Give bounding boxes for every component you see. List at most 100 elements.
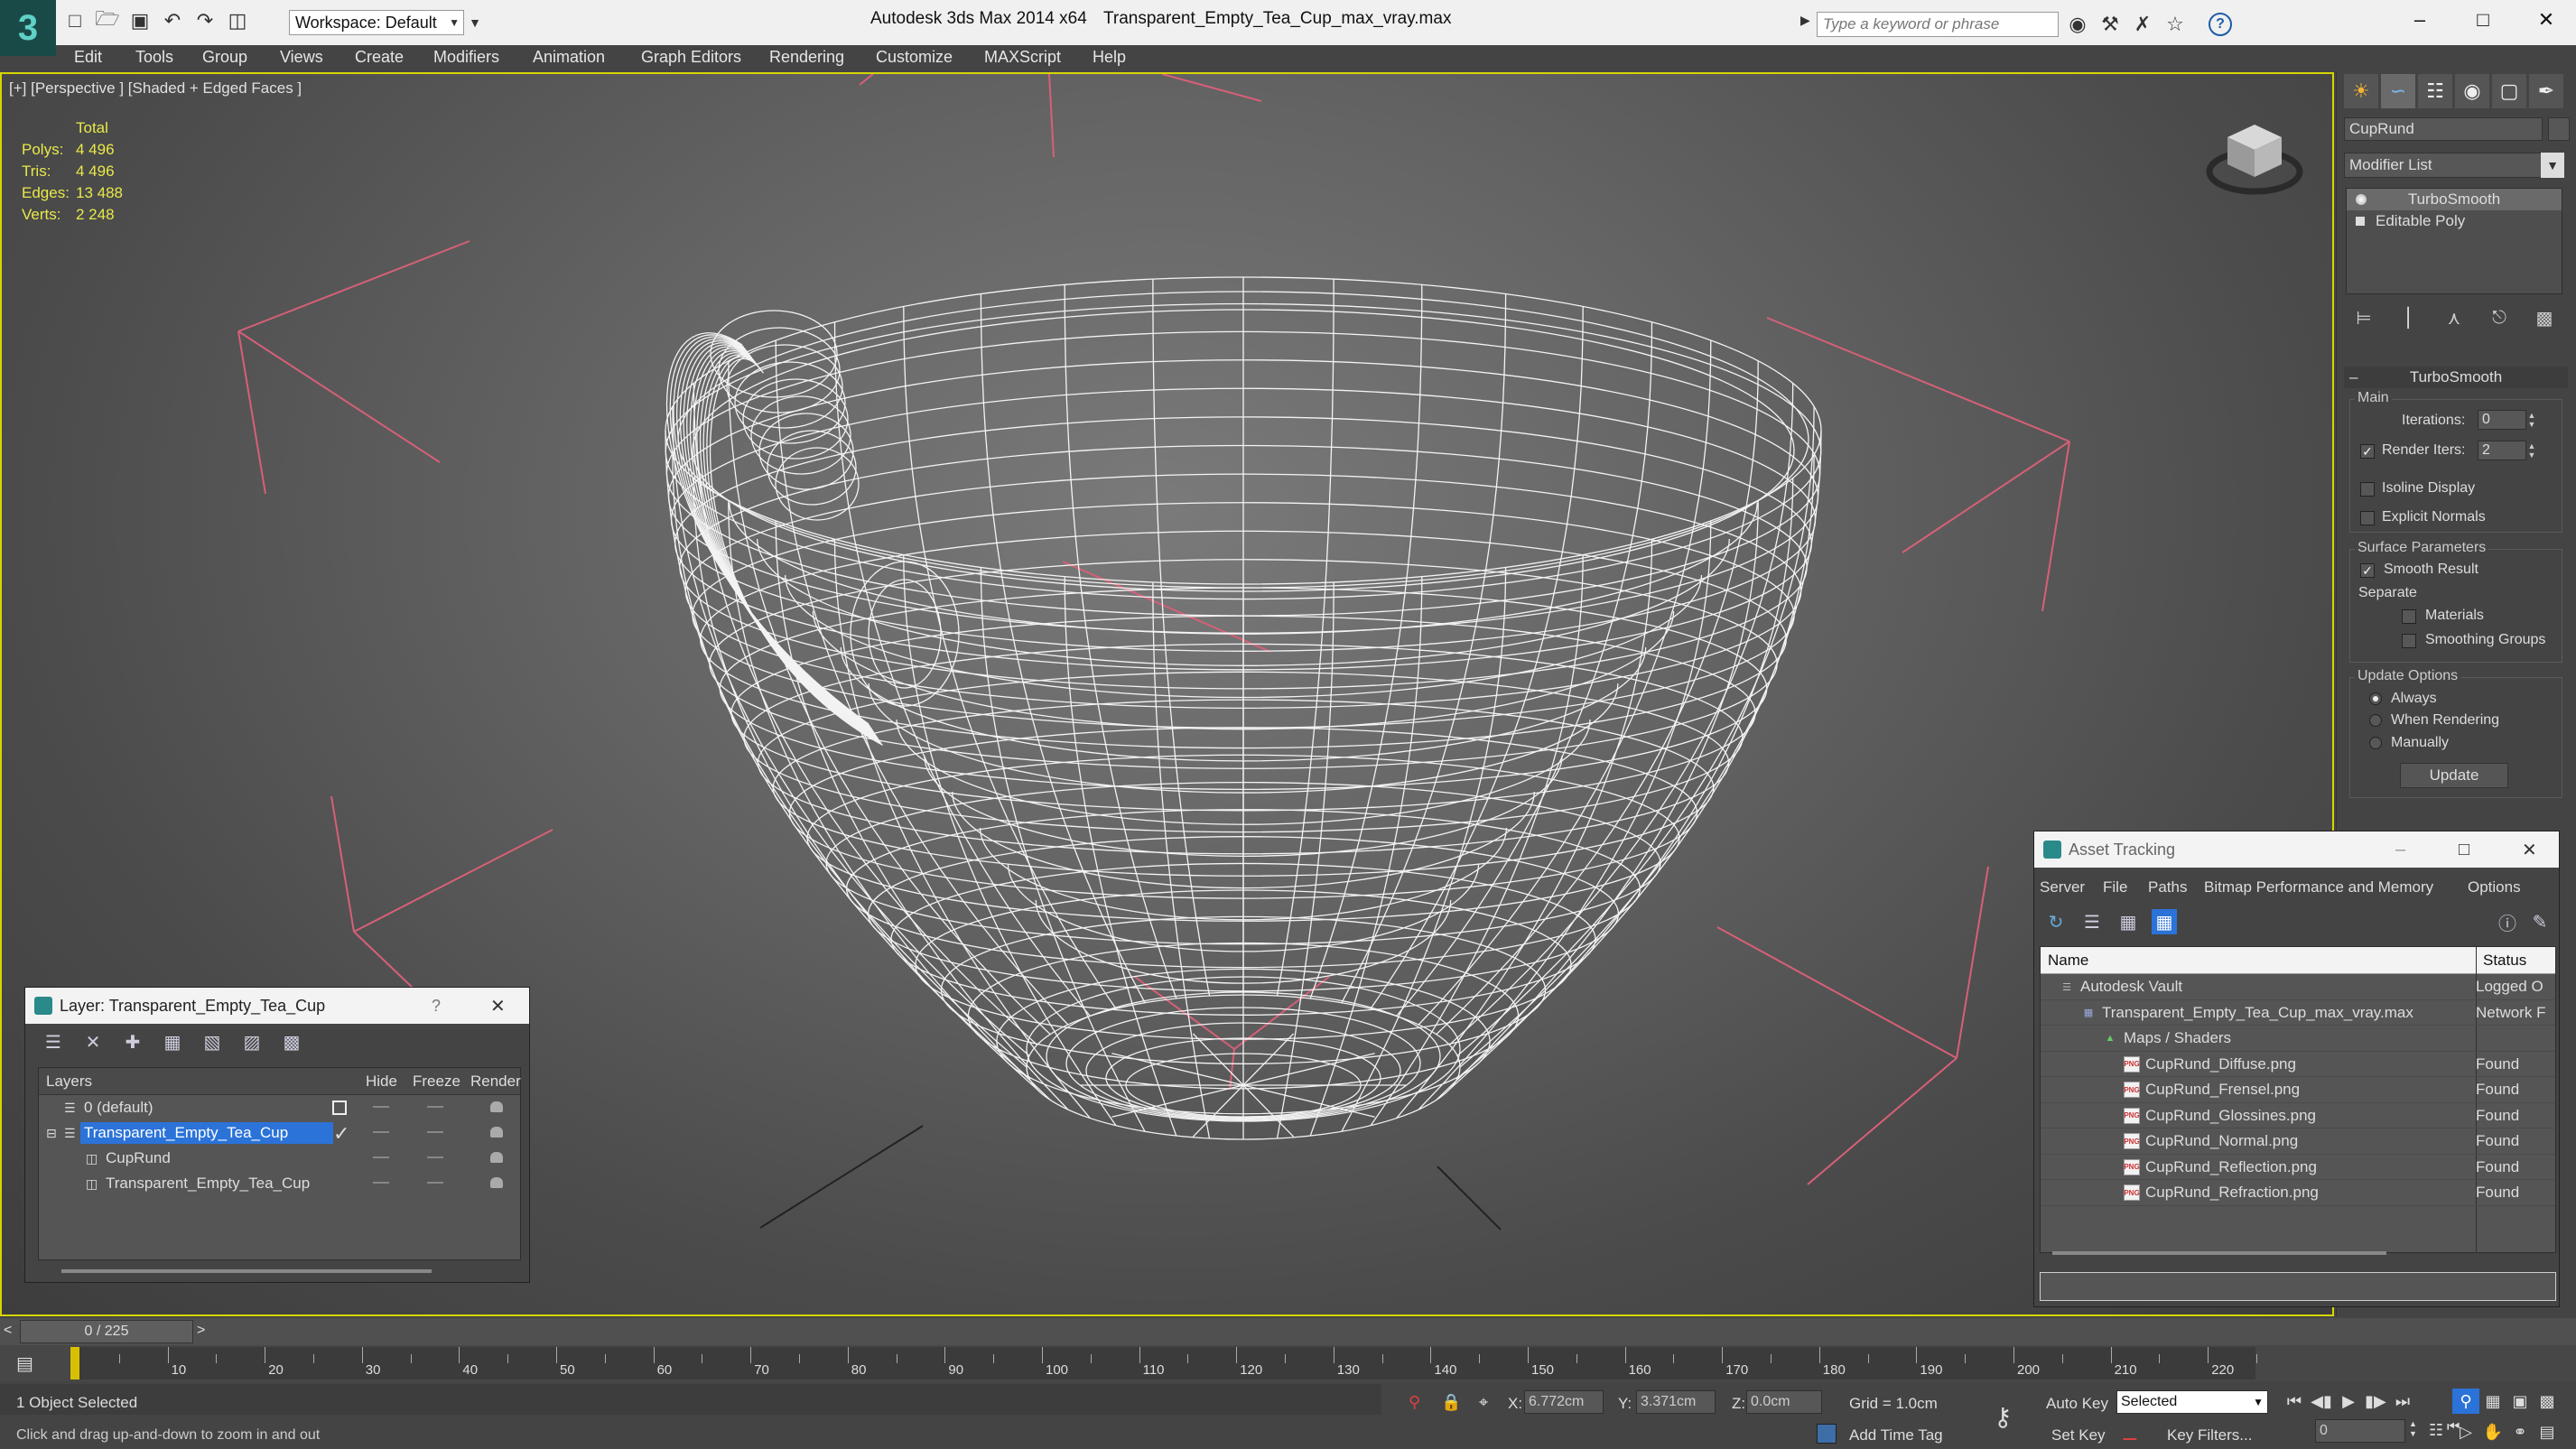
remove-modifier-icon[interactable]: ⎋ [2487,305,2512,330]
go-to-end-icon[interactable]: ⏭ [2389,1389,2416,1414]
layer-row-tea-cup-object[interactable]: ◫ Transparent_Empty_Tea_Cup [39,1171,520,1196]
help-icon[interactable]: ? [432,997,441,1016]
asset-menu-paths[interactable]: Paths [2148,878,2187,896]
layers-column-header[interactable]: Layers [46,1073,92,1091]
render-column-header[interactable]: Render [470,1073,521,1091]
slider-left-arrow-icon[interactable]: < [4,1323,12,1339]
search-expand-icon[interactable]: ▶ [1800,13,1810,28]
pin-stack-icon[interactable]: ⊨ [2351,305,2376,330]
zoom-extents-icon[interactable]: ▣ [2506,1389,2534,1414]
asset-menu-server[interactable]: Server [2040,878,2085,896]
stack-item-editable-poly[interactable]: Editable Poly [2347,210,2562,232]
smoothing-groups-checkbox[interactable] [2402,634,2416,648]
freeze-toggle[interactable] [427,1182,443,1184]
select-objects-icon[interactable]: ▦ [160,1029,185,1054]
turbosmooth-rollout-header[interactable]: – TurboSmooth [2344,367,2568,388]
current-layer-check-icon[interactable]: ✓ [333,1122,349,1146]
asset-row[interactable]: PNG CupRund_Reflection.png Found [2041,1155,2555,1180]
current-layer-box-icon[interactable] [332,1101,347,1115]
asset-row[interactable]: PNG CupRund_Glossines.png Found [2041,1103,2555,1129]
horizontal-scrollbar[interactable] [61,1269,432,1273]
explicit-normals-checkbox[interactable] [2360,511,2375,525]
motion-tab-icon[interactable]: ◉ [2455,74,2489,108]
maximize-icon[interactable]: □ [2459,840,2469,860]
freeze-toggle[interactable] [427,1156,443,1158]
previous-frame-icon[interactable]: ◀▮ [2308,1389,2335,1414]
key-mode-dropdown[interactable]: Selected ▼ [2116,1390,2268,1414]
app-menu-logo-icon[interactable]: 3 [0,0,56,56]
time-configuration-icon[interactable]: ☷ [2429,1421,2443,1440]
iterations-spinner[interactable]: 0 ▲ ▼ [2478,410,2537,430]
layer-row-default[interactable]: ☰ 0 (default) [39,1095,520,1120]
freeze-toggle[interactable] [427,1131,443,1133]
asset-menu-bitmap[interactable]: Bitmap Performance and Memory [2204,878,2433,896]
spinner-arrows-icon[interactable]: ▲ ▼ [2409,1419,2417,1439]
layer-row-cuprund[interactable]: ◫ CupRund [39,1146,520,1171]
maximize-icon[interactable]: □ [2451,0,2515,40]
time-cursor[interactable] [70,1347,79,1379]
isoline-display-checkbox[interactable] [2360,482,2375,497]
hide-toggle[interactable] [373,1106,389,1108]
modifier-list-dropdown[interactable]: Modifier List [2344,153,2564,178]
menu-edit[interactable]: Edit [74,48,102,67]
auto-key-button[interactable]: Auto Key [2046,1395,2108,1413]
save-file-icon[interactable]: ▣ [128,9,152,33]
slider-right-arrow-icon[interactable]: > [197,1323,205,1339]
viewcube-icon[interactable] [2205,116,2304,197]
add-time-tag[interactable]: Add Time Tag [1849,1426,1943,1444]
collapse-icon[interactable]: ⊟ [46,1126,57,1141]
absolute-mode-icon[interactable]: ⌖ [1479,1393,1488,1412]
customize-toolbar-arrow-icon[interactable]: ▼ [466,10,484,35]
light-bulb-icon[interactable] [2356,194,2367,205]
spinner-arrows-icon[interactable]: ▲ ▼ [2526,441,2537,460]
asset-menu-file[interactable]: File [2103,878,2127,896]
close-icon[interactable]: ✕ [2515,0,2576,40]
freeze-column-header[interactable]: Freeze [413,1073,460,1091]
name-column-header[interactable]: Name [2048,952,2088,970]
selection-lock-icon[interactable]: 🔒 [1441,1393,1461,1412]
vault-help-icon[interactable]: ⓘ [2495,909,2520,934]
expand-plus-icon[interactable] [2356,217,2365,226]
asset-row[interactable]: PNG CupRund_Frensel.png Found [2041,1077,2555,1103]
always-radio[interactable] [2369,692,2382,705]
utilities-tab-icon[interactable]: ✒ [2529,74,2563,108]
project-folder-icon[interactable]: ◫ [226,9,249,33]
search-input[interactable]: Type a keyword or phrase [1817,12,2059,37]
render-teapot-icon[interactable] [490,1101,503,1112]
mini-curve-editor-icon[interactable]: ▤ [16,1352,33,1375]
subscription-icon[interactable]: ⚒ [2098,13,2122,36]
y-coordinate-field[interactable]: 3.371cm [1636,1390,1716,1414]
asset-menu-options[interactable]: Options [2468,878,2521,896]
when-rendering-radio[interactable] [2369,714,2382,727]
menu-tools[interactable]: Tools [135,48,173,67]
viewport-label[interactable]: [+] [Perspective ] [Shaded + Edged Faces… [9,79,302,98]
spinner-arrows-icon[interactable]: ▲ ▼ [2526,410,2537,430]
render-teapot-icon[interactable] [490,1127,503,1138]
hide-toggle[interactable] [373,1182,389,1184]
menu-maxscript[interactable]: MAXScript [984,48,1061,67]
asset-window-titlebar[interactable]: Asset Tracking – □ ✕ [2034,831,2559,868]
modify-tab-icon[interactable]: ∽ [2381,74,2415,108]
zoom-icon[interactable]: ⚲ [2452,1389,2479,1414]
key-icon[interactable]: ⚊ [2122,1423,2138,1445]
configure-modifier-sets-icon[interactable]: ▩ [2532,305,2557,330]
create-tab-icon[interactable]: ☀ [2344,74,2378,108]
z-coordinate-field[interactable]: 0.0cm [1746,1390,1822,1414]
status-column-header[interactable]: Status [2483,952,2526,970]
zoom-extents-all-icon[interactable]: ▩ [2534,1389,2561,1414]
help-icon[interactable]: ? [2209,13,2232,36]
menu-help[interactable]: Help [1093,48,1126,67]
key-filters-button[interactable]: Key Filters... [2167,1426,2252,1444]
delete-layer-icon[interactable]: ✕ [80,1029,106,1054]
isolate-toggle-icon[interactable]: ⚲ [1409,1393,1420,1412]
hierarchy-tab-icon[interactable]: ☷ [2418,74,2452,108]
hide-all-layers-icon[interactable]: ▨ [239,1029,265,1054]
menu-views[interactable]: Views [280,48,323,67]
asset-row[interactable]: ▲ Maps / Shaders [2041,1026,2555,1052]
make-unique-icon[interactable]: ⋏ [2441,305,2467,330]
render-iters-checkbox[interactable]: ✓ [2360,444,2375,459]
horizontal-scrollbar[interactable] [2052,1251,2386,1255]
iterations-value[interactable]: 0 [2478,410,2526,430]
undo-icon[interactable]: ↶ [161,9,184,33]
menu-rendering[interactable]: Rendering [769,48,844,67]
